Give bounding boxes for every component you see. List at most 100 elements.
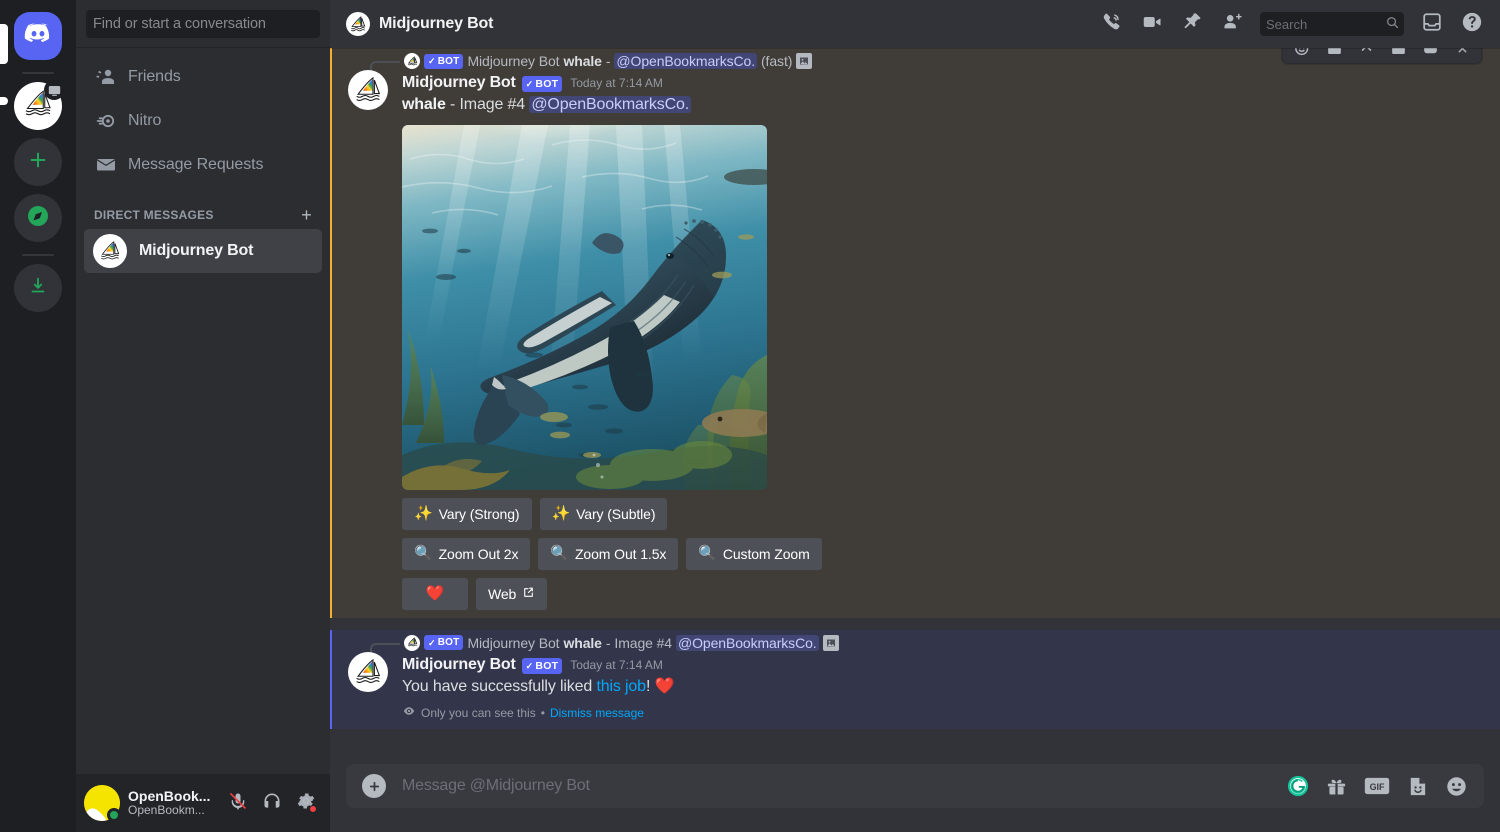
- sidebar-item-nitro[interactable]: Nitro: [84, 100, 322, 142]
- envelope-icon: [94, 153, 128, 177]
- reply-mention[interactable]: @OpenBookmarksCo.: [614, 53, 757, 69]
- sidebar-item-friends[interactable]: Friends: [84, 56, 322, 98]
- reply-prompt: whale: [563, 634, 602, 651]
- server-rail: [0, 0, 76, 832]
- search-input[interactable]: Search: [1260, 12, 1404, 36]
- search-placeholder: Search: [1266, 16, 1308, 32]
- zoom-out-2x-button[interactable]: 🔍 Zoom Out 2x: [402, 537, 531, 570]
- sidebar-divider: [76, 47, 330, 48]
- reply-reference[interactable]: ✓ BOT Midjourney Bot whale - Image #4 @O…: [404, 632, 1452, 654]
- sidebar-item-label: Message Requests: [128, 156, 264, 173]
- sidebar-search-wrap: Find or start a conversation: [76, 0, 330, 47]
- dismiss-message-link[interactable]: Dismiss message: [550, 706, 644, 720]
- microphone-muted-icon: [228, 791, 248, 816]
- start-video-call-button[interactable]: [1132, 8, 1172, 40]
- bot-label: BOT: [437, 55, 460, 67]
- rail-item-add-server[interactable]: [14, 138, 62, 186]
- emoji-picker-button[interactable]: [1445, 775, 1468, 798]
- button-label: Zoom Out 1.5x: [574, 545, 667, 562]
- sticker-picker-button[interactable]: [1406, 775, 1429, 798]
- rail-item-explore[interactable]: [14, 194, 62, 242]
- sidebar-item-label: Friends: [128, 68, 181, 85]
- generated-image[interactable]: [402, 124, 767, 490]
- composer-wrap: Message @Midjourney Bot GIF: [330, 764, 1500, 832]
- add-friends-button[interactable]: [1212, 8, 1252, 40]
- rail-item-download-apps[interactable]: [14, 264, 62, 312]
- web-button[interactable]: Web: [476, 577, 548, 610]
- content-prefix: You have successfully liked: [402, 677, 597, 695]
- find-conversation-input[interactable]: Find or start a conversation: [86, 10, 320, 38]
- dm-name: Midjourney Bot: [139, 242, 254, 259]
- like-button[interactable]: ❤️: [402, 577, 468, 610]
- inbox-icon: [1421, 11, 1443, 38]
- message-content: You have successfully liked this job! ❤️: [402, 676, 1452, 698]
- rail-item-midjourney-server[interactable]: [14, 80, 64, 130]
- sparkles-icon: ✨: [551, 505, 571, 523]
- pinned-messages-button[interactable]: [1172, 8, 1212, 40]
- magnifier-icon: 🔍: [698, 545, 717, 563]
- upload-attachment-button[interactable]: [362, 774, 386, 798]
- mute-button[interactable]: [222, 787, 254, 819]
- user-names: OpenBook... OpenBookm...: [128, 788, 214, 818]
- status-badge: [107, 808, 121, 822]
- reply-mention[interactable]: @OpenBookmarksCo.: [676, 634, 819, 651]
- this-job-link[interactable]: this job: [596, 678, 646, 695]
- user-avatar-wrap[interactable]: [84, 785, 121, 822]
- avatar[interactable]: [348, 651, 388, 692]
- search-icon: [1385, 15, 1400, 33]
- find-conversation-placeholder: Find or start a conversation: [93, 16, 266, 32]
- bot-check: ✓: [428, 56, 436, 66]
- message-input[interactable]: Message @Midjourney Bot: [386, 766, 1287, 806]
- reply-avatar: [404, 634, 420, 651]
- grammarly-button[interactable]: [1287, 775, 1309, 797]
- vary-strong-button[interactable]: ✨ Vary (Strong): [402, 497, 532, 530]
- sidebar-item-midjourney-bot[interactable]: Midjourney Bot: [84, 229, 322, 273]
- topbar-avatar: [346, 12, 370, 36]
- user-handle: OpenBookm...: [128, 803, 205, 818]
- sidebar-item-label: Nitro: [128, 112, 162, 129]
- reply-separator: -: [605, 53, 611, 69]
- dm-sidebar: Find or start a conversation Friends Nit…: [76, 0, 330, 832]
- avatar[interactable]: [348, 70, 388, 110]
- bot-label: BOT: [535, 78, 559, 91]
- message-composer[interactable]: Message @Midjourney Bot GIF: [346, 764, 1484, 808]
- help-button[interactable]: [1452, 8, 1492, 40]
- gift-button[interactable]: [1325, 775, 1348, 798]
- content-suffix: !: [645, 677, 651, 695]
- message-author[interactable]: Midjourney Bot: [402, 656, 516, 674]
- avatar: [93, 234, 127, 268]
- message-author[interactable]: Midjourney Bot: [402, 74, 516, 92]
- inbox-button[interactable]: [1412, 8, 1452, 40]
- reply-author: Midjourney Bot: [467, 634, 560, 651]
- ephemeral-note: Only you can see this: [421, 705, 536, 720]
- sidebar-item-message-requests[interactable]: Message Requests: [84, 144, 322, 186]
- deafen-button[interactable]: [256, 787, 288, 819]
- direct-messages-header: DIRECT MESSAGES +: [84, 188, 322, 229]
- custom-zoom-button[interactable]: 🔍 Custom Zoom: [686, 537, 822, 570]
- component-row-1: ✨ Vary (Strong) ✨ Vary (Subtle): [402, 497, 1452, 530]
- message-header: Midjourney Bot ✓ BOT Today at 7:14 AM: [402, 656, 1452, 674]
- create-dm-icon[interactable]: +: [301, 206, 312, 224]
- gif-picker-button[interactable]: GIF: [1364, 775, 1390, 797]
- video-camera-icon: [1141, 11, 1163, 38]
- button-label: Zoom Out 2x: [438, 545, 519, 562]
- zoom-out-1-5x-button[interactable]: 🔍 Zoom Out 1.5x: [538, 537, 679, 570]
- magnifier-icon: 🔍: [414, 545, 433, 563]
- image-attachment-icon: [796, 53, 813, 69]
- user-settings-button[interactable]: [290, 787, 322, 819]
- image-index: Image #4: [459, 96, 526, 113]
- reply-connector: [370, 642, 400, 653]
- external-link-icon: [522, 586, 535, 602]
- friends-icon: [94, 65, 128, 89]
- ephemeral-footer: Only you can see this • Dismiss message: [402, 704, 1452, 721]
- message-list[interactable]: ✓ BOT Midjourney Bot whale - @OpenBookma…: [330, 48, 1500, 764]
- vary-subtle-button[interactable]: ✨ Vary (Subtle): [539, 497, 668, 530]
- message-content: whale - Image #4 @OpenBookmarksCo.: [402, 94, 1452, 116]
- bot-check: ✓: [525, 660, 534, 671]
- rail-item-home[interactable]: [14, 12, 62, 60]
- start-voice-call-button[interactable]: [1092, 8, 1132, 40]
- image-attachment-icon: [822, 634, 839, 651]
- download-icon: [27, 275, 49, 302]
- message-ephemeral-liked: ✓ BOT Midjourney Bot whale - Image #4 @O…: [330, 629, 1500, 730]
- user-mention[interactable]: @OpenBookmarksCo.: [529, 96, 692, 113]
